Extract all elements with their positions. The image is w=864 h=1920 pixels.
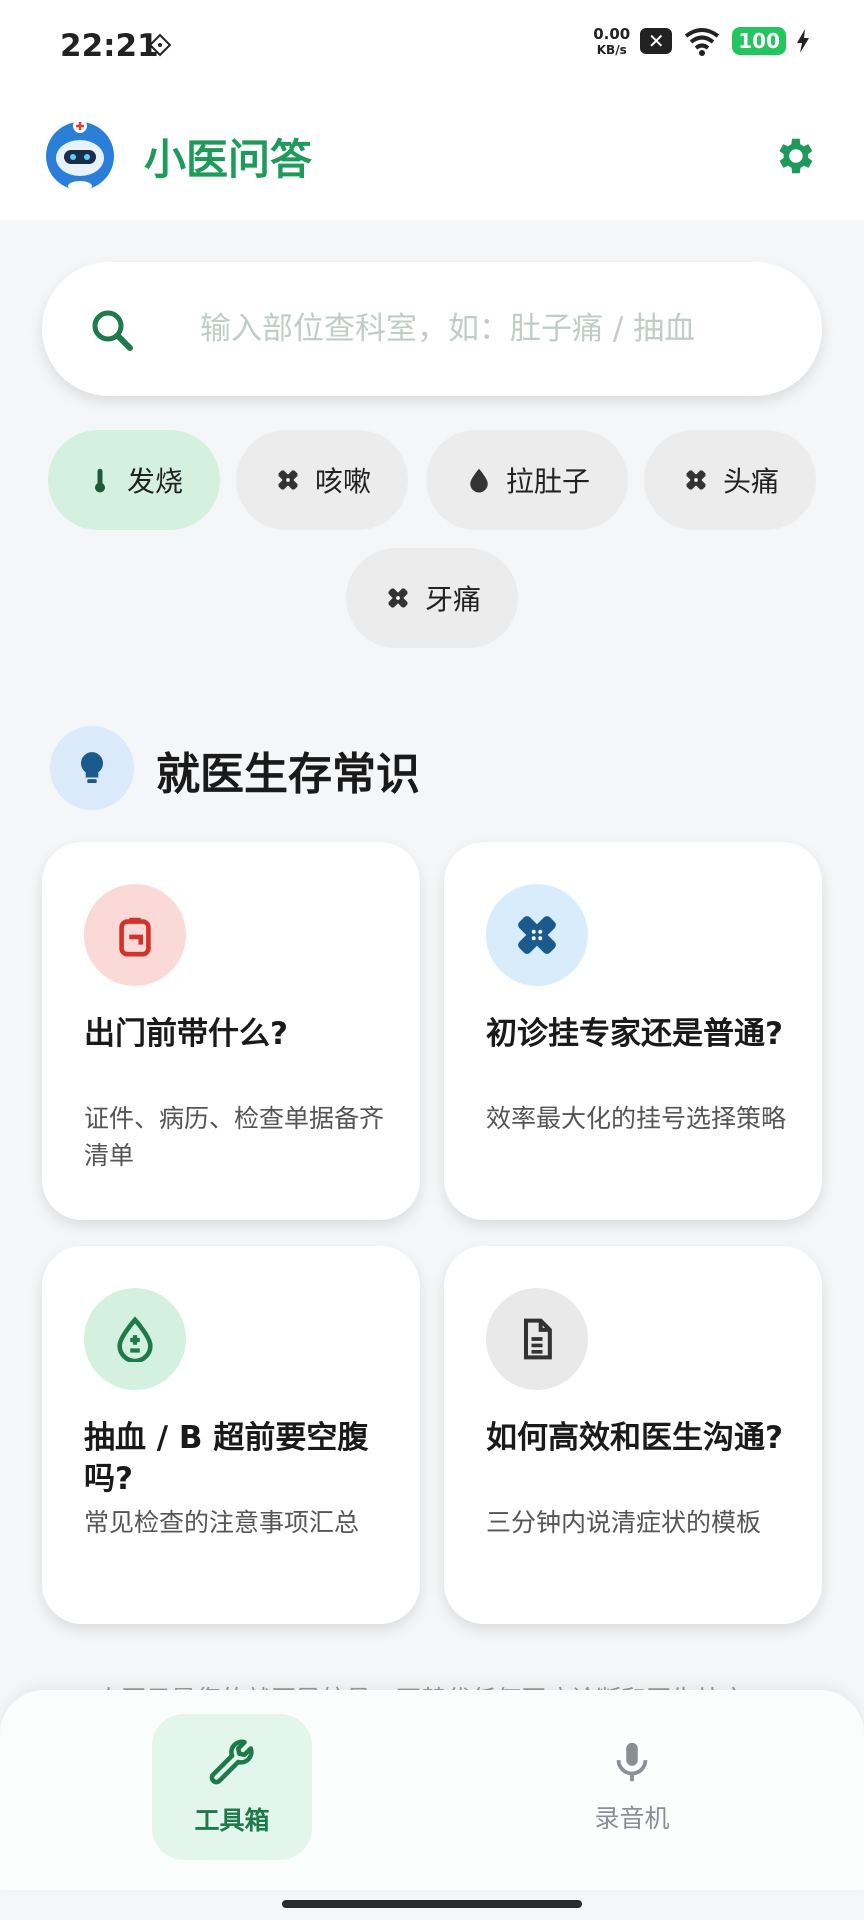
network-speed-unit: KB/s bbox=[596, 42, 627, 57]
chip-label: 拉肚子 bbox=[505, 465, 590, 498]
card-title: 抽血 / B 超前要空腹吗? bbox=[84, 1420, 369, 1497]
nav-label: 工具箱 bbox=[194, 1806, 270, 1835]
battery-indicator: 100 bbox=[732, 27, 786, 55]
card-title: 如何高效和医生沟通? bbox=[486, 1420, 783, 1456]
nav-recorder[interactable]: 录音机 bbox=[552, 1714, 712, 1860]
card-icon bbox=[84, 1288, 186, 1390]
bandage-icon bbox=[388, 588, 408, 608]
search-input[interactable] bbox=[200, 292, 790, 366]
wrench-icon bbox=[209, 1739, 254, 1785]
lightbulb-icon bbox=[81, 752, 103, 784]
blood-drop-plus-minus-icon bbox=[117, 1316, 153, 1362]
chip-label: 发烧 bbox=[126, 465, 183, 498]
bandage-icon bbox=[278, 470, 298, 490]
thermometer-icon bbox=[94, 468, 105, 493]
tip-card-talk-to-doctor[interactable]: 如何高效和医生沟通? 三分钟内说清症状的模板 bbox=[444, 1246, 822, 1624]
bandage-icon bbox=[686, 470, 706, 490]
chip-label: 牙痛 bbox=[424, 583, 481, 616]
card-icon bbox=[486, 884, 588, 986]
water-drop-icon bbox=[470, 468, 488, 493]
bandage-icon bbox=[518, 916, 556, 954]
status-indicators: 0.00 KB/s ✕ 100 bbox=[593, 26, 810, 56]
card-icon bbox=[84, 884, 186, 986]
chip-label: 咳嗽 bbox=[314, 465, 371, 498]
tip-card-expert-or-general[interactable]: 初诊挂专家还是普通? 效率最大化的挂号选择策略 bbox=[444, 842, 822, 1220]
charging-icon bbox=[797, 29, 809, 53]
chip-toothache[interactable]: 牙痛 bbox=[346, 548, 518, 648]
chip-headache[interactable]: 头痛 bbox=[644, 430, 816, 530]
wifi-icon bbox=[685, 28, 720, 56]
notification-icon bbox=[148, 33, 172, 57]
status-bar: 22:21 0.00 KB/s ✕ 100 bbox=[0, 0, 864, 92]
card-desc: 常见检查的注意事项汇总 bbox=[84, 1508, 360, 1537]
card-icon bbox=[486, 1288, 588, 1390]
app-header: 小医问答 bbox=[0, 92, 864, 220]
chip-label: 头痛 bbox=[722, 465, 779, 498]
settings-button[interactable] bbox=[764, 126, 824, 186]
chip-fever[interactable]: 发烧 bbox=[48, 430, 220, 530]
card-title: 出门前带什么? bbox=[84, 1016, 288, 1052]
section-title: 就医生存常识 bbox=[156, 749, 420, 800]
tip-card-what-to-bring[interactable]: 出门前带什么? 证件、病历、检查单据备齐清单 bbox=[42, 842, 420, 1220]
status-time: 22:21 bbox=[60, 28, 159, 64]
card-desc: 三分钟内说清症状的模板 bbox=[486, 1508, 762, 1537]
network-speed: 0.00 KB/s bbox=[593, 24, 631, 57]
gesture-bar[interactable] bbox=[282, 1900, 582, 1908]
section-icon bbox=[50, 726, 134, 810]
card-desc: 证件、病历、检查单据备齐清单 bbox=[84, 1104, 385, 1170]
gear-icon bbox=[779, 138, 813, 174]
bottom-navigation: 工具箱 录音机 bbox=[0, 1690, 864, 1890]
backpack-icon bbox=[119, 917, 151, 957]
tip-card-fasting[interactable]: 抽血 / B 超前要空腹吗? 常见检查的注意事项汇总 bbox=[42, 1246, 420, 1624]
document-icon bbox=[523, 1318, 552, 1360]
app-title: 小医问答 bbox=[144, 135, 313, 184]
sim-off-icon: ✕ bbox=[640, 28, 673, 54]
network-speed-value: 0.00 bbox=[593, 24, 631, 43]
chip-diarrhea[interactable]: 拉肚子 bbox=[426, 430, 628, 530]
search-icon bbox=[92, 310, 133, 351]
chip-cough[interactable]: 咳嗽 bbox=[236, 430, 408, 530]
card-desc: 效率最大化的挂号选择策略 bbox=[486, 1104, 787, 1133]
nav-label: 录音机 bbox=[594, 1804, 670, 1833]
search-box[interactable] bbox=[42, 262, 822, 396]
nav-toolbox[interactable]: 工具箱 bbox=[152, 1714, 312, 1860]
doctor-robot-avatar bbox=[46, 119, 114, 191]
card-title: 初诊挂专家还是普通? bbox=[486, 1016, 783, 1052]
microphone-icon bbox=[616, 1742, 648, 1782]
